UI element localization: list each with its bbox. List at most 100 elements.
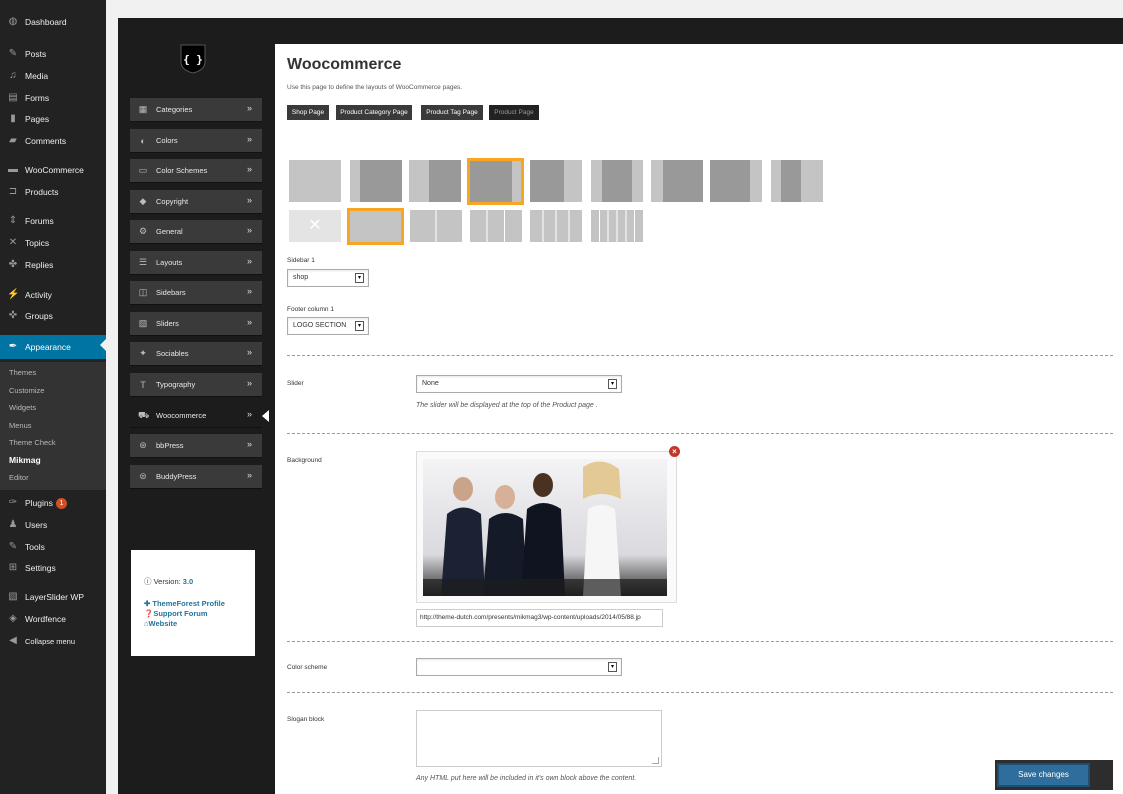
menu-groups[interactable]: ✜ Groups <box>0 306 106 326</box>
tools-icon: ✎ <box>8 541 18 552</box>
nav-label: Sliders <box>156 319 179 328</box>
submenu-editor[interactable]: Editor <box>0 469 106 487</box>
chevron-right-icon: » <box>246 134 252 144</box>
chevron-right-icon: » <box>246 347 252 357</box>
submenu-themes[interactable]: Themes <box>0 364 106 382</box>
nav-label: Sociables <box>156 349 189 358</box>
slogan-textarea[interactable] <box>416 710 662 767</box>
nav-categories[interactable]: ▦ Categories » <box>130 98 262 122</box>
menu-layerslider[interactable]: ▧ LayerSlider WP <box>0 587 106 607</box>
menu-settings[interactable]: ⊞ Settings <box>0 558 106 578</box>
layout-option-right-sidebar-selected[interactable] <box>467 158 524 205</box>
layout-option-wide-right[interactable] <box>710 160 762 202</box>
nav-layouts[interactable]: ☰ Layouts » <box>130 251 262 275</box>
footer-layout-none[interactable]: ✕ <box>289 210 341 242</box>
footer-layout-six-columns[interactable] <box>591 210 643 242</box>
footer-layout-two-columns[interactable] <box>410 210 462 242</box>
support-link[interactable]: ❓Support Forum <box>144 609 255 619</box>
nav-bbpress[interactable]: ⊛ bbPress » <box>130 434 262 458</box>
nav-sociables[interactable]: ✦ Sociables » <box>130 342 262 366</box>
layout-option-wide-left[interactable] <box>651 160 703 202</box>
nav-color-schemes[interactable]: ▭ Color Schemes » <box>130 159 262 183</box>
color-scheme-select[interactable]: ▾ <box>416 658 622 676</box>
layout-option-narrow[interactable] <box>771 160 823 202</box>
sidebar1-select[interactable]: shop ▾ <box>287 269 369 287</box>
menu-plugins[interactable]: ✑ Plugins 1 <box>0 493 106 513</box>
products-icon: ⊐ <box>8 186 18 197</box>
nav-sidebars[interactable]: ◫ Sidebars » <box>130 281 262 305</box>
nav-typography[interactable]: T Typography » <box>130 373 262 397</box>
menu-comments[interactable]: ▰ Comments <box>0 131 106 151</box>
menu-users[interactable]: ♟ Users <box>0 515 106 535</box>
menu-forums[interactable]: ⇕ Forums <box>0 211 106 231</box>
background-label: Background <box>287 457 322 464</box>
submenu-customize[interactable]: Customize <box>0 382 106 400</box>
chevron-right-icon: » <box>246 256 252 266</box>
menu-pages[interactable]: ▮ Pages <box>0 109 106 129</box>
footer-layout-three-columns[interactable] <box>470 210 522 242</box>
menu-appearance[interactable]: ✒ Appearance <box>0 335 106 359</box>
menu-label: Comments <box>25 136 67 146</box>
chevron-right-icon: » <box>246 195 252 205</box>
menu-products[interactable]: ⊐ Products <box>0 182 106 202</box>
submenu-menus[interactable]: Menus <box>0 417 106 435</box>
nav-sliders[interactable]: ▨ Sliders » <box>130 312 262 336</box>
menu-posts[interactable]: ✎ Posts <box>0 44 106 64</box>
menu-media[interactable]: ♫ Media <box>0 66 106 86</box>
layout-option-both-sides[interactable] <box>591 160 643 202</box>
theme-options-nav: { } ▦ Categories » ◐ Colors » ▭ Color Schemes… <box>118 18 269 794</box>
bbpress-icon: ⊛ <box>139 440 147 450</box>
chevron-right-icon: » <box>246 164 252 174</box>
tab-product-category-page[interactable]: Product Category Page <box>336 105 412 120</box>
layout-option-two-left[interactable] <box>409 160 461 202</box>
submenu-mikmag[interactable]: Mikmag <box>0 452 106 470</box>
nav-label: Typography <box>156 380 196 389</box>
background-url-input[interactable]: http://theme-dutch.com/presents/mikmag3/… <box>416 609 663 627</box>
menu-tools[interactable]: ✎ Tools <box>0 537 106 557</box>
footer-layout-one-column-selected[interactable] <box>347 208 404 245</box>
dropdown-arrow-icon: ▾ <box>608 379 617 389</box>
menu-label: Products <box>25 187 59 197</box>
website-link[interactable]: ⌂Website <box>144 619 255 629</box>
nav-copyright[interactable]: ◆ Copyright » <box>130 190 262 214</box>
nav-buddypress[interactable]: ⊜ BuddyPress » <box>130 465 262 489</box>
menu-collapse[interactable]: ◀ Collapse menu <box>0 631 106 651</box>
submenu-widgets[interactable]: Widgets <box>0 399 106 417</box>
columns-icon: ◫ <box>138 287 148 297</box>
save-changes-button[interactable]: Save changes <box>997 763 1090 787</box>
comments-icon: ▰ <box>9 135 17 146</box>
remove-image-button[interactable]: × <box>669 446 680 457</box>
chevron-right-icon: » <box>246 317 252 327</box>
menu-activity[interactable]: ⚡ Activity <box>0 285 106 305</box>
menu-topics[interactable]: ✕ Topics <box>0 233 106 253</box>
menu-label: Media <box>25 71 49 81</box>
layout-option-two-right[interactable] <box>530 160 582 202</box>
chevron-right-icon: » <box>246 409 252 419</box>
grid-icon: ▦ <box>138 104 148 114</box>
tab-product-tag-page[interactable]: Product Tag Page <box>421 105 483 120</box>
tab-shop-page[interactable]: Shop Page <box>287 105 329 120</box>
tab-product-page[interactable]: Product Page <box>489 105 539 120</box>
slider-select[interactable]: None ▾ <box>416 375 622 393</box>
menu-label: Users <box>25 520 48 530</box>
menu-wordfence[interactable]: ◈ Wordfence <box>0 609 106 629</box>
menu-replies[interactable]: ✤ Replies <box>0 255 106 275</box>
background-image <box>423 459 667 596</box>
menu-dashboard[interactable]: ◍ Dashboard <box>0 12 106 32</box>
menu-label: Forums <box>25 216 54 226</box>
themeforest-link[interactable]: ✚ ThemeForest Profile <box>144 599 255 609</box>
submenu-theme-check[interactable]: Theme Check <box>0 434 106 452</box>
footer1-select[interactable]: LOGO SECTION ▾ <box>287 317 369 335</box>
select-value: shop <box>293 274 309 281</box>
link-text: Support Forum <box>153 609 208 618</box>
footer-layout-four-columns[interactable] <box>530 210 582 242</box>
nav-woocommerce[interactable]: ⛟ Woocommerce » <box>130 404 269 428</box>
layout-option-left-sidebar[interactable] <box>350 160 402 202</box>
nav-colors[interactable]: ◐ Colors » <box>130 129 262 153</box>
nav-general[interactable]: ⚙ General » <box>130 220 262 244</box>
menu-forms[interactable]: ▤ Forms <box>0 88 106 108</box>
chevron-right-icon: » <box>246 470 252 480</box>
divider <box>287 692 1113 693</box>
layout-option-full[interactable] <box>289 160 341 202</box>
menu-woocommerce[interactable]: ▬ WooCommerce <box>0 160 106 180</box>
